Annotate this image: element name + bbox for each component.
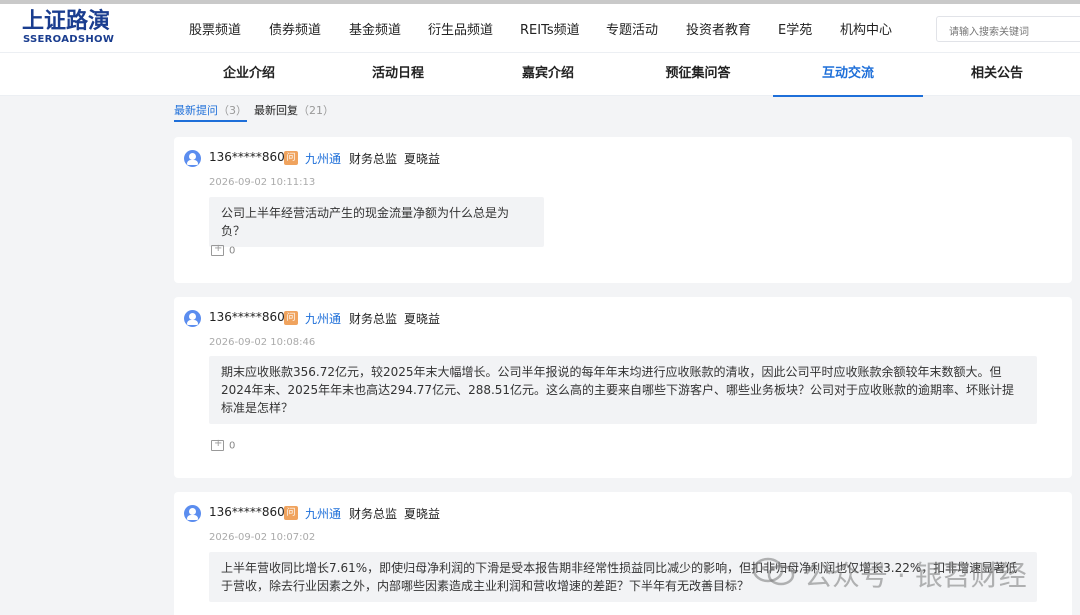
roadshow-sub-tabs: 企业介绍 活动日程 嘉宾介绍 预征集问答 互动交流 相关公告: [0, 52, 1080, 97]
company-link[interactable]: 九州通: [305, 150, 341, 167]
company-link[interactable]: 九州通: [305, 310, 341, 327]
user-avatar-icon: [184, 310, 201, 327]
reply-count[interactable]: 0: [211, 243, 236, 257]
respondent-name: 夏晓益: [404, 152, 441, 166]
tab-schedule[interactable]: 活动日程: [323, 53, 473, 97]
question-user-id: 136*****860: [209, 505, 285, 519]
tab-latest-replies-count: （21）: [298, 104, 334, 117]
tab-latest-replies[interactable]: 最新回复（21）: [254, 102, 334, 118]
question-time: 2026-09-02 10:08:46: [209, 337, 316, 348]
question-time: 2026-09-02 10:07:02: [209, 532, 316, 543]
nav-item-funds[interactable]: 基金频道: [349, 19, 401, 38]
question-text: 期末应收账款356.72亿元，较2025年末大幅增长。公司半年报说的每年年末均进…: [209, 356, 1037, 424]
question-badge: 问: [284, 311, 298, 325]
nav-item-investor-education[interactable]: 投资者教育: [686, 19, 751, 38]
watermark-text: 公众号 · 银苕财经: [804, 559, 1027, 592]
tab-latest-questions[interactable]: 最新提问（3）: [174, 102, 247, 122]
question-badge: 问: [284, 506, 298, 520]
question-badge: 问: [284, 151, 298, 165]
tab-guests[interactable]: 嘉宾介绍: [473, 53, 623, 97]
nav-item-topics[interactable]: 专题活动: [606, 19, 658, 38]
nav-item-e-academy[interactable]: E学苑: [778, 19, 812, 38]
question-time: 2026-09-02 10:11:13: [209, 177, 316, 188]
reply-icon: [211, 243, 224, 256]
wechat-icon: [752, 557, 795, 586]
nav-item-derivatives[interactable]: 衍生品频道: [428, 19, 493, 38]
search-input[interactable]: [936, 16, 1080, 42]
tab-announcements[interactable]: 相关公告: [922, 53, 1072, 97]
tab-pre-collected-qa[interactable]: 预征集问答: [623, 53, 773, 97]
tab-interaction[interactable]: 互动交流: [773, 53, 923, 97]
respondent-role: 财务总监: [349, 312, 398, 326]
tab-latest-replies-label: 最新回复: [254, 104, 298, 117]
company-link[interactable]: 九州通: [305, 505, 341, 522]
question-user-id: 136*****860: [209, 150, 285, 164]
user-avatar-icon: [184, 505, 201, 522]
nav-item-reits[interactable]: REITs频道: [520, 19, 580, 38]
question-user-id: 136*****860: [209, 310, 285, 324]
tab-latest-questions-count: （3）: [218, 104, 247, 117]
reply-count[interactable]: 0: [211, 438, 236, 452]
reply-count-value: 0: [229, 440, 236, 452]
main-nav: 股票频道 债券频道 基金频道 衍生品频道 REITs频道 专题活动 投资者教育 …: [0, 4, 1080, 52]
top-navigation-bar: 上证路演 SSEROADSHOW 股票频道 债券频道 基金频道 衍生品频道 RE…: [0, 0, 1080, 52]
respondent-role: 财务总监: [349, 507, 398, 521]
respondent-name: 夏晓益: [404, 507, 441, 521]
reply-icon: [211, 438, 224, 451]
user-avatar-icon: [184, 150, 201, 167]
respondent-role: 财务总监: [349, 152, 398, 166]
nav-item-stocks[interactable]: 股票频道: [189, 19, 241, 38]
tab-latest-questions-label: 最新提问: [174, 104, 218, 117]
question-card: 136*****860 问 九州通 财务总监 夏晓益 2026-09-02 10…: [174, 137, 1072, 283]
nav-item-institutions[interactable]: 机构中心: [840, 19, 892, 38]
reply-count-value: 0: [229, 245, 236, 257]
question-text: 公司上半年经营活动产生的现金流量净额为什么总是为负？: [209, 197, 544, 247]
watermark: 公众号 · 银苕财经: [752, 553, 1052, 593]
respondent-name: 夏晓益: [404, 312, 441, 326]
question-card: 136*****860 问 九州通 财务总监 夏晓益 2026-09-02 10…: [174, 297, 1072, 478]
nav-item-bonds[interactable]: 债券频道: [269, 19, 321, 38]
tab-company-intro[interactable]: 企业介绍: [174, 53, 324, 97]
